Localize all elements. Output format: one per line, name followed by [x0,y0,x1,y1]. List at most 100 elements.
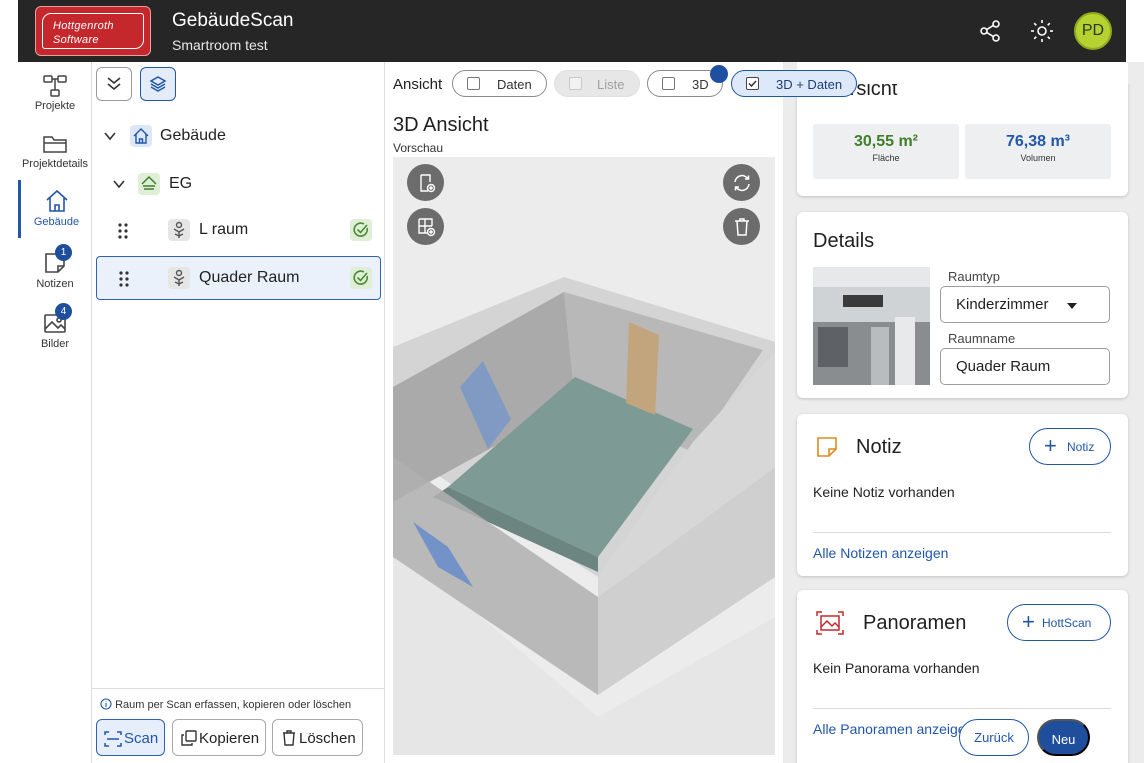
room-type-value: Kinderzimmer [956,296,1049,313]
delete-button[interactable]: Löschen [272,719,363,756]
tree-row-label: Quader Raum [199,269,300,286]
images-count-badge: 4 [55,303,72,320]
plus-icon: + [1022,609,1035,634]
panoramas-empty-text: Kein Panorama vorhanden [813,660,980,676]
collapse-all-button[interactable] [96,67,132,101]
new-button[interactable]: Neu [1037,719,1090,756]
nav-label: Projekte [34,100,76,112]
info-icon [100,698,112,710]
room-type-select[interactable]: Kinderzimmer [940,286,1110,323]
user-avatar[interactable]: PD [1074,12,1112,50]
volume-label: Volumen [1020,153,1056,163]
share-icon[interactable] [978,19,1002,43]
details-heading: Details [813,230,875,252]
checkbox-checked[interactable] [746,77,759,90]
notification-dot [710,65,728,83]
nav-item-projektdetails[interactable]: Projektdetails [18,124,92,182]
view-option-daten[interactable]: Daten [452,70,547,97]
nav-item-projekte[interactable]: Projekte [18,66,92,124]
copy-button[interactable]: Kopieren [172,719,266,756]
tree-row-room-selected[interactable]: Quader Raum [96,256,381,300]
show-all-panoramas-link[interactable]: Alle Panoramen anzeigen [813,721,973,737]
refresh-icon [734,174,750,192]
view-option-3d-daten[interactable]: 3D + Daten [731,70,857,97]
checkbox[interactable] [467,77,480,90]
tree-row-building[interactable]: Gebäude [92,114,385,158]
tree-row-room[interactable]: L raum [92,208,385,252]
hottgenroth-logo: Hottgenroth Software [35,6,151,56]
details-panel[interactable]: Übersicht 30,55 m² Fläche 76,38 m³ Volum… [783,62,1144,763]
panoramas-heading: Panoramen [863,612,967,634]
refresh-button[interactable] [723,164,760,201]
layers-icon [149,76,167,92]
plus-icon: + [1044,433,1057,458]
view-mode-label: Ansicht [393,76,443,93]
logo-text-line1: Hottgenroth [53,20,114,32]
chevron-down-icon[interactable] [112,177,126,191]
panorama-icon [816,611,844,635]
home-icon [130,125,152,147]
project-name: Smartroom test [172,37,268,53]
left-navigation: Projekte Projektdetails Gebäude 1 Notize… [18,62,92,763]
chevron-down-icon[interactable] [103,129,117,143]
nav-item-bilder[interactable]: 4 Bilder [18,302,92,360]
details-card: Details Raumtyp Kinderzimmer Raumname Qu… [797,212,1128,398]
nav-label: Projektdetails [21,158,89,170]
add-hottscan-button[interactable]: + HottScan [1007,604,1111,641]
tree-row-floor[interactable]: EG [92,162,385,206]
scan-button[interactable]: Scan [96,719,165,756]
tree-row-label: L raum [199,221,249,238]
back-button[interactable]: Zurück [959,719,1029,756]
tree-row-label: EG [169,175,193,192]
area-stat: 30,55 m² Fläche [813,124,959,179]
check-circle-icon [350,267,372,289]
notes-empty-text: Keine Notiz vorhanden [813,484,955,500]
drag-handle-icon[interactable] [118,270,130,288]
volume-stat: 76,38 m³ Volumen [965,124,1111,179]
room-photo[interactable] [813,267,930,385]
scan-icon [104,731,122,747]
check-circle-icon [350,219,372,241]
show-all-notes-link[interactable]: Alle Notizen anzeigen [813,545,948,561]
add-door-button[interactable] [407,164,444,201]
view-panel: Ansicht Daten Liste 3D 3D + Daten 3D Ans… [385,62,857,763]
add-note-button[interactable]: + Notiz [1029,428,1111,465]
room-3d-model[interactable] [393,157,775,755]
view-option-liste: Liste [554,70,640,97]
room-icon [168,267,190,289]
note-icon [817,437,837,457]
home-icon [45,189,68,212]
hint-text: Raum per Scan erfassen, kopieren oder lö… [115,699,352,711]
brightness-icon[interactable] [1030,19,1054,43]
tree-hint: Raum per Scan erfassen, kopieren oder lö… [100,698,351,711]
tree-row-label: Gebäude [160,127,226,144]
add-window-button[interactable] [407,208,444,245]
delete-object-button[interactable] [723,208,760,245]
room-name-input[interactable]: Quader Raum [940,348,1110,385]
drag-handle-icon[interactable] [117,222,129,240]
view-subtitle: Vorschau [393,141,444,155]
nav-label: Notizen [36,278,74,290]
view-title: 3D Ansicht [393,114,489,136]
3d-viewport[interactable] [393,157,775,755]
floor-icon [138,173,160,195]
hierarchy-icon [43,75,67,97]
nav-item-gebaeude[interactable]: Gebäude [18,180,92,238]
layers-toggle-button[interactable] [140,67,176,101]
room-type-label: Raumtyp [948,269,1001,284]
divider [813,532,1111,533]
folder-icon [43,136,67,153]
add-door-icon [420,174,436,193]
collapse-all-icon [107,77,121,91]
dropdown-arrow-icon [1067,303,1077,309]
notes-count-badge: 1 [55,244,72,261]
app-title: GebäudeScan [172,10,294,31]
nav-label: Gebäude [33,216,80,228]
nav-item-notizen[interactable]: 1 Notizen [18,242,92,300]
notes-card: Notiz + Notiz Keine Notiz vorhanden Alle… [797,414,1128,576]
notes-heading: Notiz [856,436,902,458]
trash-icon [735,218,749,236]
checkbox[interactable] [662,77,675,90]
add-window-icon [418,218,436,237]
divider [92,688,385,689]
